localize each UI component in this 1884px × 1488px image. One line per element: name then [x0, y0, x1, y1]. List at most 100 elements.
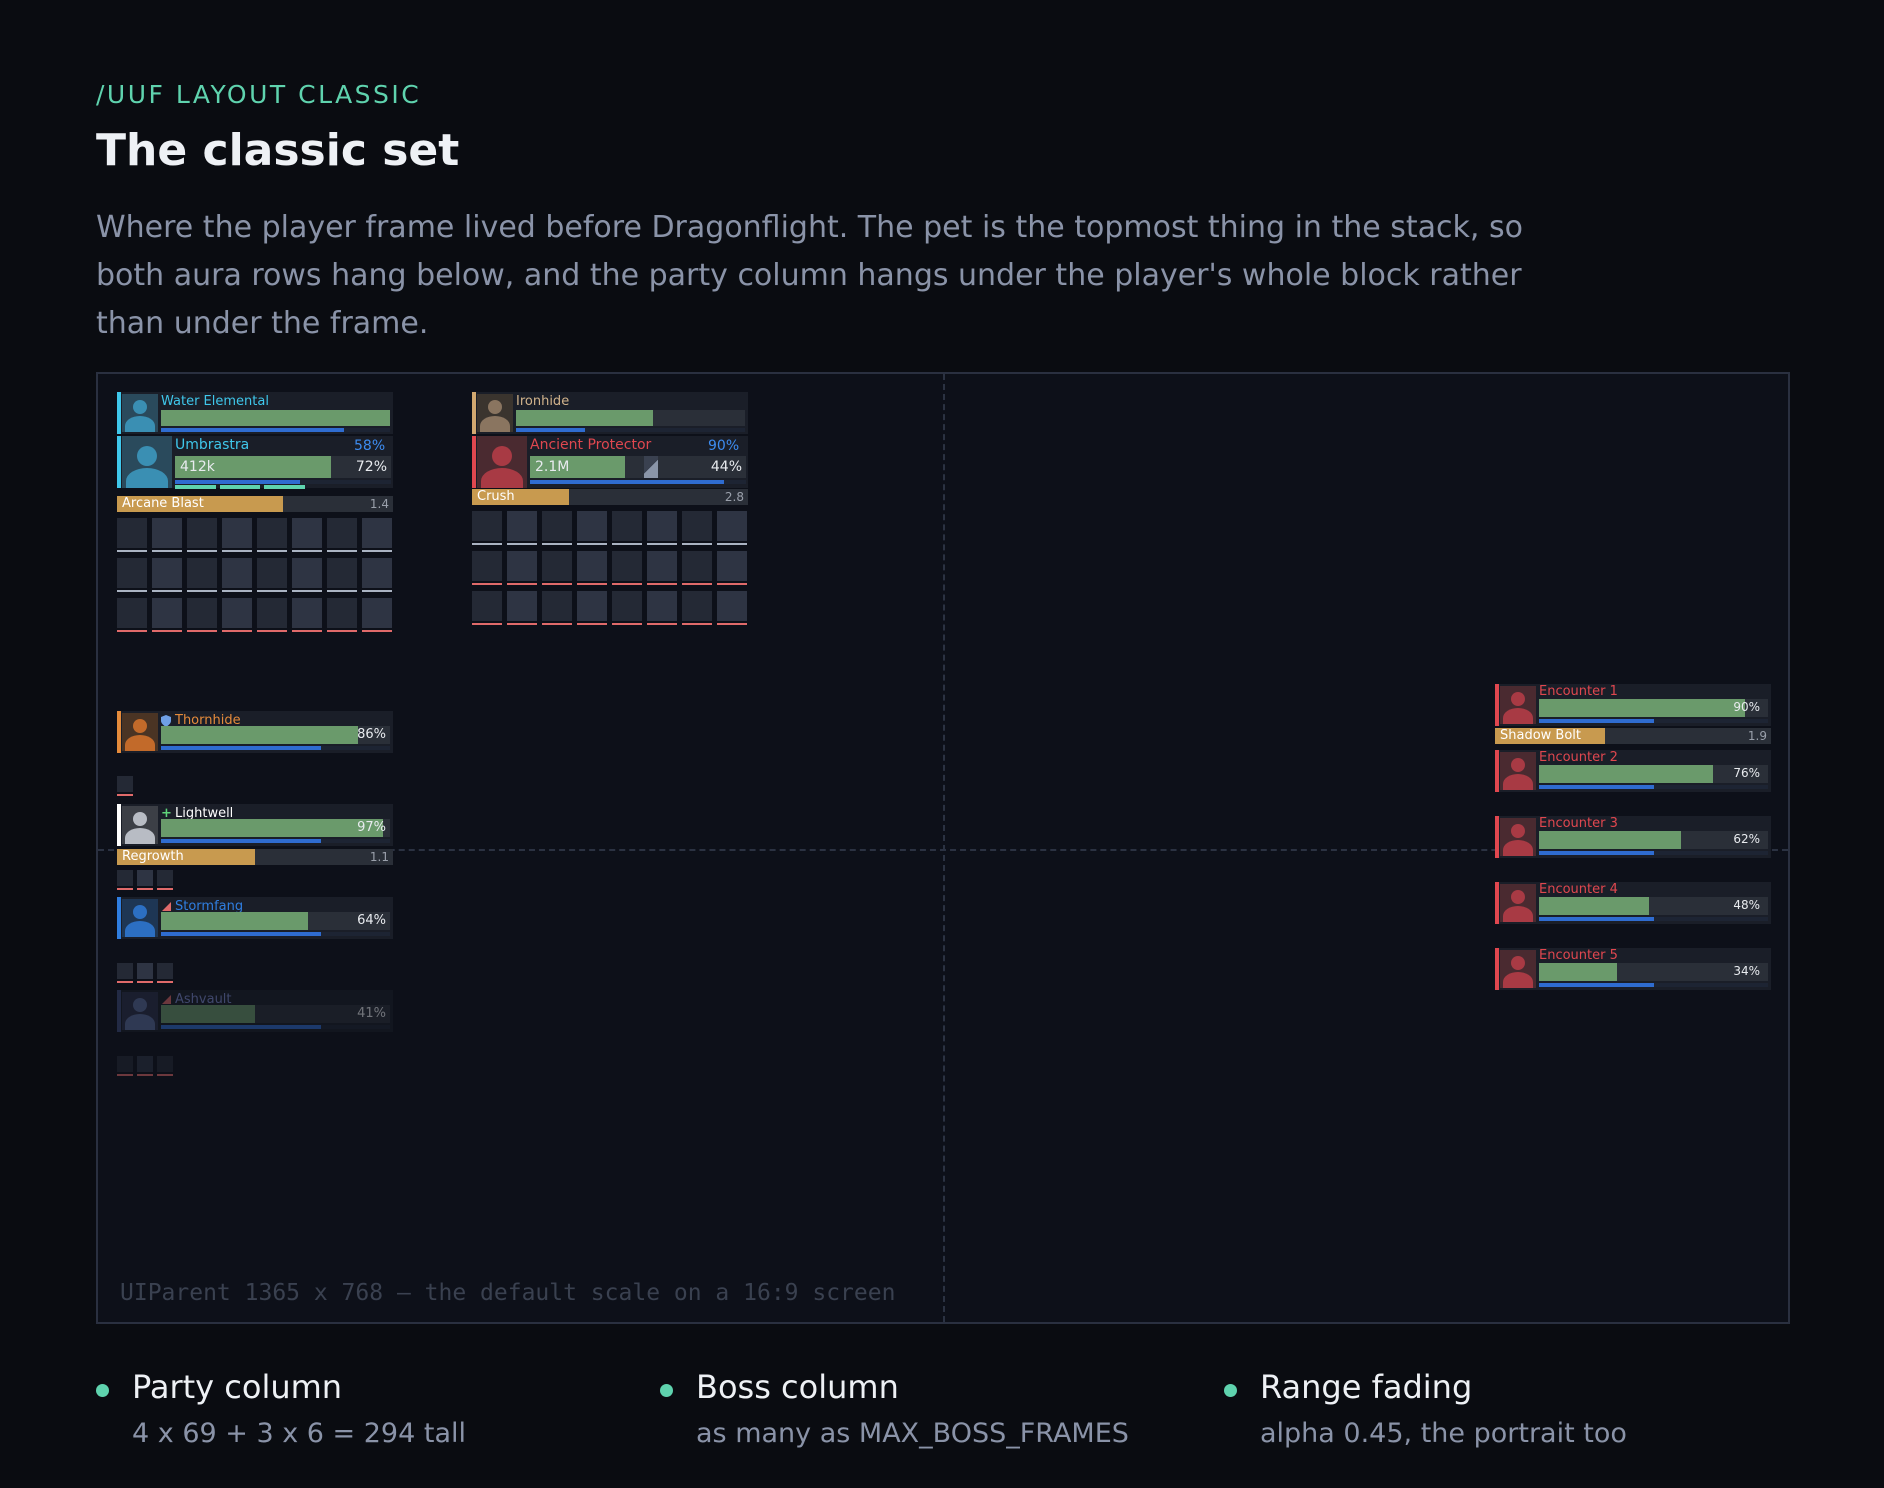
aura-slot[interactable]	[472, 551, 502, 581]
aura-slot[interactable]	[117, 963, 133, 979]
aura-duration-line	[117, 794, 133, 796]
aura-slot[interactable]	[292, 558, 322, 588]
aura-slot[interactable]	[717, 591, 747, 621]
aura-slot[interactable]	[507, 551, 537, 581]
aura-slot[interactable]	[187, 598, 217, 628]
target-of-target-frame[interactable]: Ironhide	[472, 392, 748, 434]
aura-duration-line	[507, 583, 537, 585]
aura-slot[interactable]	[187, 518, 217, 548]
aura-slot[interactable]	[137, 870, 153, 886]
aura-slot[interactable]	[152, 598, 182, 628]
aura-slot[interactable]	[187, 558, 217, 588]
boss-portrait	[1500, 884, 1536, 922]
boss-frame-1[interactable]: Encounter 1 90%	[1495, 684, 1771, 726]
aura-slot[interactable]	[137, 1056, 153, 1072]
target-health-percent: 44%	[710, 459, 742, 475]
aura-slot[interactable]	[222, 558, 252, 588]
aura-slot[interactable]	[682, 551, 712, 581]
aura-slot[interactable]	[157, 963, 173, 979]
aura-slot[interactable]	[612, 591, 642, 621]
aura-slot[interactable]	[327, 598, 357, 628]
sword-icon	[162, 995, 171, 1004]
aura-slot[interactable]	[152, 558, 182, 588]
aura-slot[interactable]	[362, 598, 392, 628]
aura-slot[interactable]	[577, 591, 607, 621]
aura-slot[interactable]	[507, 511, 537, 541]
aura-slot[interactable]	[362, 518, 392, 548]
aura-slot[interactable]	[717, 551, 747, 581]
aura-slot[interactable]	[472, 591, 502, 621]
aura-slot[interactable]	[117, 558, 147, 588]
bar-fill	[1539, 765, 1714, 783]
aura-slot[interactable]	[577, 511, 607, 541]
aura-slot[interactable]	[647, 591, 677, 621]
aura-slot[interactable]	[647, 551, 677, 581]
target-castbar: Crush 2.8	[472, 489, 748, 505]
boss-frame-4[interactable]: Encounter 4 48%	[1495, 882, 1771, 924]
aura-slot[interactable]	[612, 511, 642, 541]
aura-slot[interactable]	[682, 591, 712, 621]
aura-duration-line	[682, 543, 712, 545]
aura-slot[interactable]	[117, 518, 147, 548]
bar-fill	[530, 480, 725, 484]
aura-duration-line	[117, 550, 147, 552]
aura-slot[interactable]	[292, 598, 322, 628]
aura-slot[interactable]	[117, 870, 133, 886]
aura-duration-line	[362, 550, 392, 552]
party-frame-3[interactable]: Stormfang 64%	[117, 897, 393, 939]
aura-duration-line	[187, 550, 217, 552]
aura-slot[interactable]	[577, 551, 607, 581]
aura-slot[interactable]	[257, 558, 287, 588]
boss-frame-3[interactable]: Encounter 3 62%	[1495, 816, 1771, 858]
aura-slot[interactable]	[362, 558, 392, 588]
target-name: Ancient Protector	[530, 437, 652, 453]
aura-slot[interactable]	[542, 511, 572, 541]
aura-duration-line	[157, 888, 173, 890]
party-frame-1[interactable]: Thornhide 86%	[117, 711, 393, 753]
aura-slot[interactable]	[157, 870, 173, 886]
aura-slot[interactable]	[257, 518, 287, 548]
aura-slot[interactable]	[157, 1056, 173, 1072]
aura-duration-line	[647, 623, 677, 625]
party-2-castbar: Regrowth 1.1	[117, 849, 393, 865]
pet-frame[interactable]: Water Elemental	[117, 392, 393, 434]
aura-duration-line	[577, 583, 607, 585]
aura-duration-line	[682, 623, 712, 625]
aura-slot[interactable]	[222, 518, 252, 548]
pet-name: Water Elemental	[161, 394, 269, 409]
aura-slot[interactable]	[542, 551, 572, 581]
party-frame-2[interactable]: + Lightwell 97%	[117, 804, 393, 846]
boss-frame-2[interactable]: Encounter 2 76%	[1495, 750, 1771, 792]
aura-slot[interactable]	[117, 776, 133, 792]
page-header: /UUF LAYOUT CLASSIC The classic set	[96, 80, 1596, 176]
aura-slot[interactable]	[647, 511, 677, 541]
sword-icon	[162, 902, 171, 911]
aura-duration-line	[117, 981, 133, 983]
aura-slot[interactable]	[292, 518, 322, 548]
aura-slot[interactable]	[542, 591, 572, 621]
aura-slot[interactable]	[222, 598, 252, 628]
tot-name: Ironhide	[516, 394, 570, 409]
boss-1-castbar: Shadow Bolt 1.9	[1495, 728, 1771, 744]
aura-slot[interactable]	[682, 511, 712, 541]
player-frame[interactable]: Umbrastra 58% 412k 72%	[117, 436, 393, 489]
aura-slot[interactable]	[117, 1056, 133, 1072]
player-health-percent: 72%	[355, 459, 387, 475]
aura-slot[interactable]	[152, 518, 182, 548]
aura-duration-line	[137, 888, 153, 890]
aura-slot[interactable]	[327, 558, 357, 588]
aura-slot[interactable]	[612, 551, 642, 581]
aura-slot[interactable]	[117, 598, 147, 628]
aura-slot[interactable]	[472, 511, 502, 541]
boss-frame-5[interactable]: Encounter 5 34%	[1495, 948, 1771, 990]
aura-duration-line	[292, 630, 322, 632]
aura-slot[interactable]	[507, 591, 537, 621]
target-frame[interactable]: Ancient Protector 90% 2.1M 44%	[472, 436, 748, 488]
aura-slot[interactable]	[327, 518, 357, 548]
aura-slot[interactable]	[137, 963, 153, 979]
aura-duration-line	[187, 590, 217, 592]
boss-health-percent: 76%	[1733, 766, 1760, 780]
party-frame-4[interactable]: Ashvault 41%	[117, 990, 393, 1032]
aura-slot[interactable]	[257, 598, 287, 628]
aura-slot[interactable]	[717, 511, 747, 541]
